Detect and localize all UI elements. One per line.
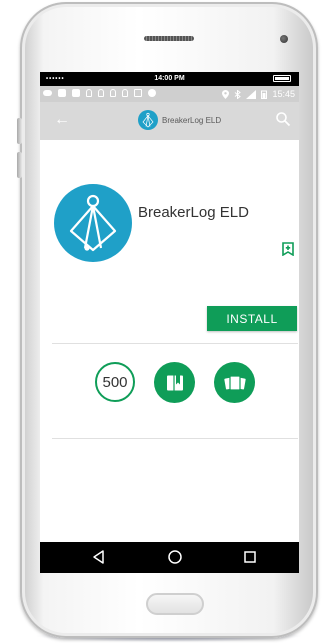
- app-logo: [54, 184, 132, 262]
- bulb-icon: [110, 89, 116, 97]
- bulb-icon: [122, 89, 128, 97]
- similar-apps-badge[interactable]: [214, 362, 255, 403]
- divider: [52, 343, 298, 344]
- front-camera: [280, 35, 288, 43]
- device-mockup: •••••• 14:00 PM 15:45 ← BreakerLog ELD B…: [0, 0, 333, 643]
- status-time: 14:00 PM: [154, 75, 185, 82]
- arrow-left-icon[interactable]: ←: [54, 112, 70, 128]
- cards-icon: [223, 374, 246, 391]
- book-icon: [166, 375, 183, 390]
- location-icon: [222, 89, 230, 99]
- toolbar-title: BreakerLog ELD: [138, 110, 221, 130]
- cell-signal-icon: [246, 89, 257, 99]
- battery-icon: [273, 75, 291, 82]
- bulb-icon: [98, 89, 104, 97]
- image-icon: [134, 89, 142, 97]
- app-logo-small: [138, 110, 158, 130]
- bulb-icon: [86, 89, 92, 97]
- app-name: BreakerLog ELD: [138, 204, 249, 221]
- screen: •••••• 14:00 PM 15:45 ← BreakerLog ELD B…: [40, 72, 299, 573]
- volume-down-button: [17, 152, 22, 178]
- navigation-bar: [40, 542, 299, 573]
- message-icon: [43, 90, 52, 96]
- downloads-badge[interactable]: 500: [95, 362, 135, 402]
- top-status-bar: •••••• 14:00 PM: [40, 72, 299, 86]
- notification-app-icon: [72, 89, 80, 97]
- home-button[interactable]: [146, 593, 204, 615]
- square-recents-icon[interactable]: [242, 549, 258, 565]
- triangle-back-icon[interactable]: [91, 549, 107, 565]
- search-icon[interactable]: [275, 111, 291, 127]
- bluetooth-icon: [235, 89, 242, 99]
- android-clock: 15:45: [272, 89, 295, 99]
- circle-home-icon[interactable]: [167, 549, 183, 565]
- circle-notification-icon: [148, 89, 156, 97]
- android-status-bar: 15:45: [40, 86, 299, 102]
- earpiece-speaker: [144, 36, 194, 41]
- notification-app-icon: [58, 89, 66, 97]
- notification-icons: [43, 89, 156, 97]
- bookmark-add-icon[interactable]: [282, 242, 294, 256]
- divider: [52, 438, 298, 439]
- app-toolbar: ← BreakerLog ELD: [40, 102, 299, 140]
- toolbar-title-text: BreakerLog ELD: [162, 115, 222, 125]
- system-icons: 15:45: [222, 89, 295, 99]
- battery-level-icon: [261, 90, 268, 99]
- install-button[interactable]: INSTALL: [207, 306, 297, 331]
- category-badge[interactable]: [154, 362, 195, 403]
- volume-up-button: [17, 118, 22, 144]
